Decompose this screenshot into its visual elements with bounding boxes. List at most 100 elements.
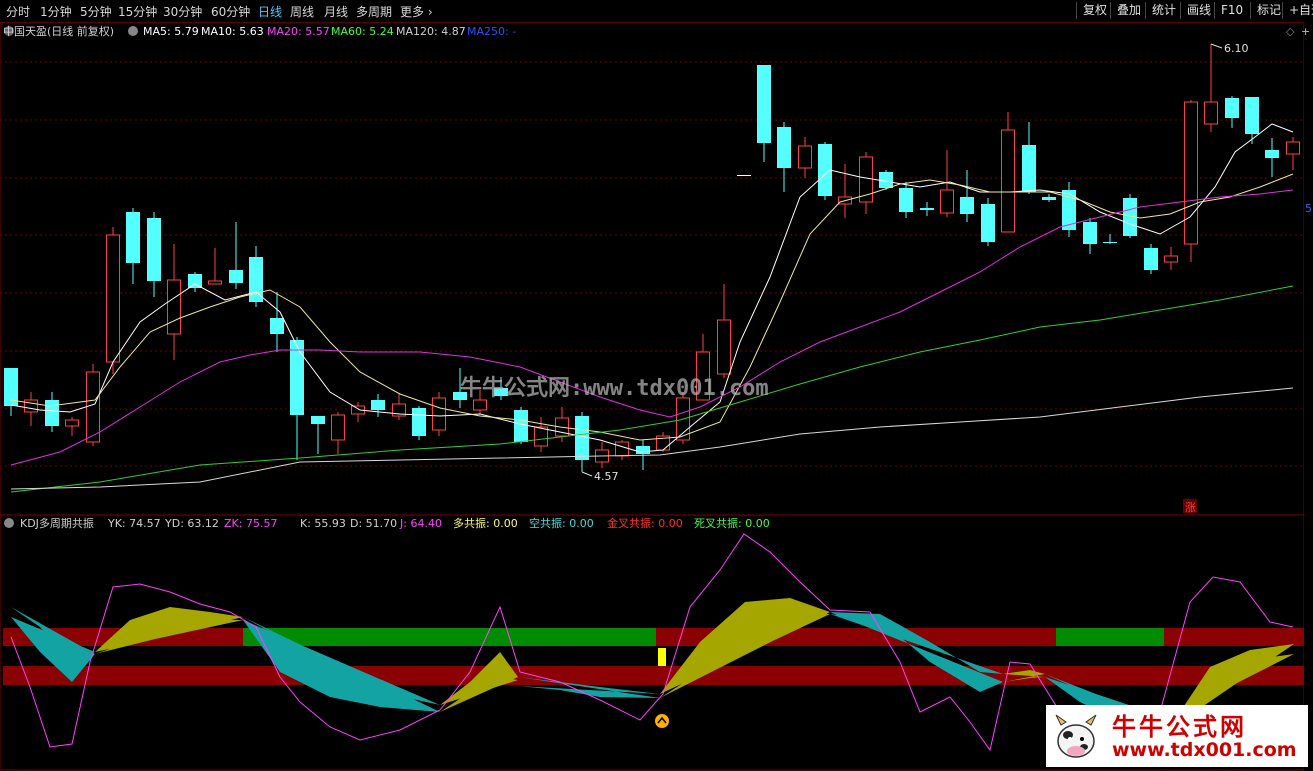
low-price-label: 4.57 — [594, 470, 619, 483]
candle-body-59 — [1204, 101, 1218, 125]
candle-body-2 — [45, 400, 59, 426]
band-top-red-3 — [1164, 628, 1304, 646]
indicator-value-9: 死叉共振: 0.00 — [694, 516, 770, 530]
candle-body-15 — [311, 416, 325, 424]
indicator-value-1: YD: 63.12 — [164, 517, 219, 530]
candle-body-38 — [777, 127, 791, 168]
period-tab-10[interactable]: 更多 › — [400, 3, 433, 20]
logo-title: 牛牛公式网 — [1112, 713, 1247, 741]
candle-body-61 — [1245, 97, 1259, 134]
ma-label-4: MA120: 4.87 — [396, 25, 466, 38]
period-tab-8[interactable]: 月线 — [324, 3, 348, 20]
candle-body-46 — [940, 189, 954, 214]
toolbar-button-2[interactable]: 统计 — [1145, 2, 1182, 19]
ma-label-3: MA60: 5.24 — [331, 25, 394, 38]
buy-signal-icon — [655, 714, 669, 728]
candle-body-44 — [899, 188, 913, 212]
candle-body-51 — [1042, 197, 1056, 200]
toolbar-button-6[interactable]: +自选 — [1282, 2, 1313, 19]
candle-body-13 — [270, 318, 284, 334]
indicator-value-7: 空共振: 0.00 — [529, 516, 594, 530]
candle-body-48 — [981, 204, 995, 242]
candle-body-53 — [1083, 222, 1097, 244]
stock-name-label: 中国天盈(日线 前复权) — [3, 24, 114, 38]
indicator-value-0: YK: 74.57 — [107, 517, 161, 530]
indicator-value-3: K: 55.93 — [300, 517, 346, 530]
logo-url: www.tdx001.com — [1112, 739, 1297, 761]
candle-body-25 — [514, 410, 528, 442]
candle-body-16 — [331, 414, 345, 441]
candle-body-56 — [1144, 248, 1158, 270]
plus-icon: + — [1301, 25, 1310, 38]
indicator-title: KDJ多周期共振 — [20, 516, 94, 530]
low-pointer-line — [581, 471, 593, 477]
candle-body-7 — [147, 218, 161, 281]
candle-body-39 — [798, 145, 812, 169]
candle-body-28 — [575, 416, 589, 460]
ma120-line — [10, 387, 1294, 490]
candle-body-10 — [208, 280, 222, 285]
candle-body-35 — [717, 319, 731, 375]
site-logo: 牛牛公式网 www.tdx001.com — [1046, 705, 1308, 767]
high-price-label: 6.10 — [1224, 42, 1249, 55]
candle-body-36 — [737, 175, 751, 176]
candle-body-63 — [1286, 141, 1300, 155]
right-price-edge-label: 5 — [1305, 202, 1312, 215]
candle-body-18 — [371, 400, 385, 410]
toolbar-button-4[interactable]: F10 — [1214, 2, 1249, 19]
candle-body-26 — [534, 426, 548, 447]
candle-body-21 — [432, 397, 446, 431]
watermark-text: 牛牛公式网:www.tdx001.com — [460, 376, 769, 401]
ma-label-1: MA10: 5.63 — [201, 25, 264, 38]
period-tab-9[interactable]: 多周期 — [356, 3, 392, 20]
period-tab-3[interactable]: 15分钟 — [118, 3, 157, 20]
candle-body-9 — [188, 274, 202, 288]
candle-body-1 — [24, 399, 38, 413]
period-tab-5[interactable]: 60分钟 — [211, 3, 250, 20]
period-tab-6[interactable]: 日线 — [258, 3, 282, 20]
toolbar-button-3[interactable]: 画线 — [1180, 2, 1217, 19]
candle-body-49 — [1001, 129, 1015, 233]
candle-body-43 — [879, 172, 893, 188]
ma-label-0: MA5: 5.79 — [143, 25, 199, 38]
candle-body-14 — [290, 340, 304, 415]
indicator-value-8: 金叉共振: 0.00 — [607, 516, 683, 530]
indicator-menu-icon[interactable] — [4, 518, 14, 528]
candle-body-8 — [167, 279, 181, 335]
band-top-green-2 — [1056, 628, 1164, 646]
period-tab-0[interactable]: 分时 — [6, 3, 30, 20]
candle-body-30 — [615, 441, 629, 457]
period-tab-4[interactable]: 30分钟 — [163, 3, 202, 20]
period-tab-2[interactable]: 5分钟 — [80, 3, 112, 20]
rise-marker-label: 涨 — [1185, 501, 1196, 514]
candle-body-60 — [1225, 98, 1239, 118]
candle-body-54 — [1103, 242, 1117, 243]
candle-body-5 — [106, 234, 120, 363]
right-axis-strip — [1304, 22, 1313, 771]
toolbar-button-0[interactable]: 复权 — [1076, 2, 1113, 19]
indicator-value-2: ZK: 75.57 — [224, 517, 277, 530]
candle-body-3 — [65, 419, 79, 427]
candle-body-11 — [229, 270, 243, 283]
candle-body-6 — [126, 212, 140, 263]
candle-body-57 — [1164, 255, 1178, 263]
indicator-value-5: J: 64.40 — [399, 517, 442, 530]
candle-body-47 — [960, 197, 974, 214]
candle-body-45 — [920, 208, 934, 210]
toolbar-button-1[interactable]: 叠加 — [1110, 2, 1147, 19]
indicator-value-4: D: 51.70 — [350, 517, 397, 530]
period-toolbar: 分时 1分钟 5分钟 15分钟 30分钟 60分钟 日线 周线 月线 多周期 更多 › 复权 叠加 统计画… — [0, 0, 1313, 23]
candle-body-50 — [1022, 145, 1036, 192]
candle-body-4 — [86, 371, 100, 443]
main-panel-border — [0, 22, 1305, 516]
yellow-signal-bar — [658, 648, 666, 666]
period-tab-7[interactable]: 周线 — [290, 3, 314, 20]
ma5-line — [10, 123, 1294, 453]
ma-settings-icon[interactable] — [128, 26, 138, 36]
candle-body-12 — [249, 257, 263, 302]
cow-mascot-icon — [1055, 714, 1097, 758]
candle-body-58 — [1184, 101, 1198, 245]
period-tab-1[interactable]: 1分钟 — [40, 3, 72, 20]
indicator-value-6: 多共振: 0.00 — [453, 516, 518, 530]
ma20-line — [10, 189, 1294, 466]
